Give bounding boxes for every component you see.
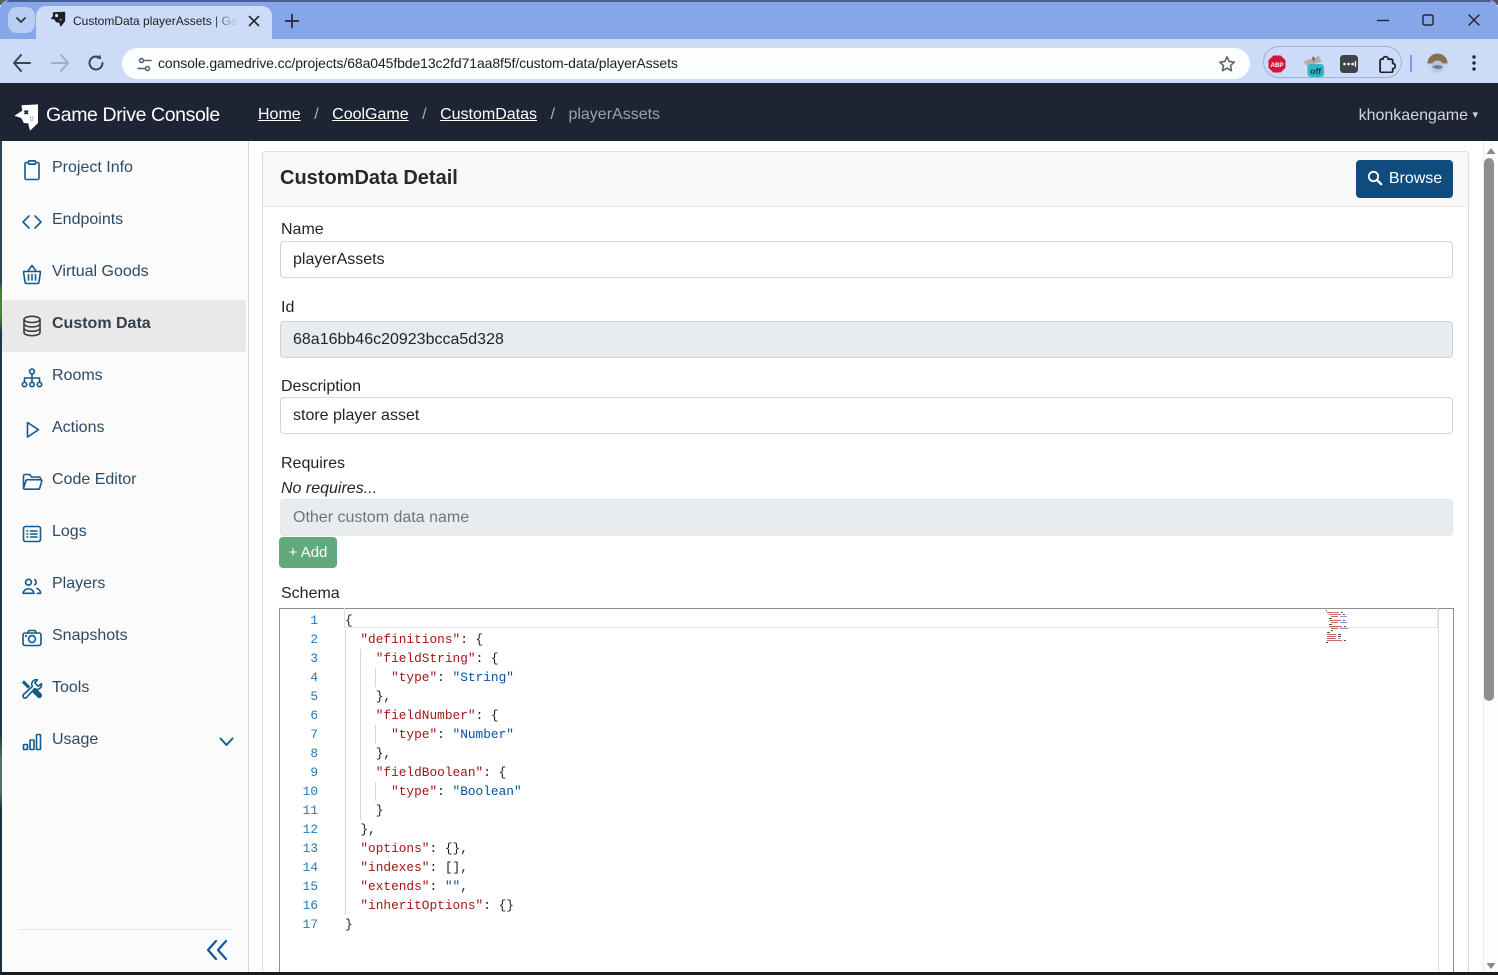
svg-text:ABP: ABP <box>1270 62 1283 69</box>
svg-text:off: off <box>1310 66 1321 76</box>
